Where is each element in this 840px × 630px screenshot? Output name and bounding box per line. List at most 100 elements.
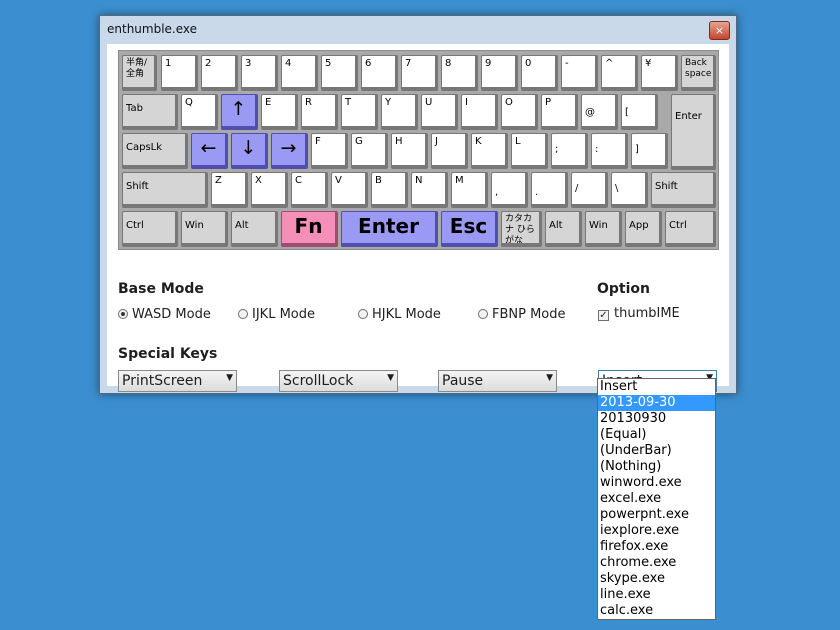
key-right-ctrl[interactable]: Ctrl	[665, 211, 716, 247]
key-caret[interactable]: ^	[601, 55, 638, 91]
key-s-down-arrow[interactable]: ↓	[231, 133, 268, 169]
key-backslash[interactable]: \	[611, 172, 648, 208]
combo-pause[interactable]: Pause ▼	[438, 370, 557, 392]
key-4[interactable]: 4	[281, 55, 318, 91]
app-window: enthumble.exe × 半角/全角 1 2 3 4 5 6 7 8 9 …	[99, 15, 737, 394]
key-8[interactable]: 8	[441, 55, 478, 91]
key-semicolon[interactable]: ;	[551, 133, 588, 169]
key-n[interactable]: N	[411, 172, 448, 208]
dropdown-item[interactable]: 20130930	[598, 411, 715, 427]
insert-dropdown-list[interactable]: Insert 2013-09-30 20130930 (Equal) (Unde…	[597, 378, 716, 620]
key-t[interactable]: T	[341, 94, 378, 130]
key-close-bracket[interactable]: ]	[631, 133, 668, 169]
key-i[interactable]: I	[461, 94, 498, 130]
key-7[interactable]: 7	[401, 55, 438, 91]
key-e[interactable]: E	[261, 94, 298, 130]
key-minus[interactable]: -	[561, 55, 598, 91]
key-h[interactable]: H	[391, 133, 428, 169]
dropdown-item[interactable]: winword.exe	[598, 475, 715, 491]
key-1[interactable]: 1	[161, 55, 198, 91]
key-yen[interactable]: ¥	[641, 55, 678, 91]
key-backspace[interactable]: Back space	[681, 55, 716, 91]
thumbime-checkbox[interactable]: ✓ thumbIME	[598, 306, 680, 321]
key-q[interactable]: Q	[181, 94, 218, 130]
radio-ijkl-mode[interactable]: IJKL Mode	[238, 307, 315, 322]
radio-wasd-mode[interactable]: WASD Mode	[118, 307, 211, 322]
key-o[interactable]: O	[501, 94, 538, 130]
key-b[interactable]: B	[371, 172, 408, 208]
radio-dot[interactable]	[238, 309, 248, 319]
key-d-right-arrow[interactable]: →	[271, 133, 308, 169]
dropdown-item[interactable]: (UnderBar)	[598, 443, 715, 459]
key-0[interactable]: 0	[521, 55, 558, 91]
key-left-win[interactable]: Win	[181, 211, 228, 247]
key-a-left-arrow[interactable]: ←	[191, 133, 228, 169]
close-button[interactable]: ×	[709, 21, 730, 40]
title-bar[interactable]: enthumble.exe ×	[100, 16, 736, 44]
key-tab[interactable]: Tab	[122, 94, 178, 130]
key-g[interactable]: G	[351, 133, 388, 169]
dropdown-item[interactable]: skype.exe	[598, 571, 715, 587]
key-colon[interactable]: :	[591, 133, 628, 169]
key-left-ctrl[interactable]: Ctrl	[122, 211, 178, 247]
key-c[interactable]: C	[291, 172, 328, 208]
key-slash[interactable]: /	[571, 172, 608, 208]
key-5[interactable]: 5	[321, 55, 358, 91]
key-w-up-arrow[interactable]: ↑	[221, 94, 258, 130]
key-at[interactable]: @	[581, 94, 618, 130]
key-p[interactable]: P	[541, 94, 578, 130]
dropdown-item[interactable]: Insert	[598, 379, 715, 395]
radio-hjkl-mode[interactable]: HJKL Mode	[358, 307, 441, 322]
key-period[interactable]: .	[531, 172, 568, 208]
key-2[interactable]: 2	[201, 55, 238, 91]
dropdown-item[interactable]: excel.exe	[598, 491, 715, 507]
key-right-alt[interactable]: Alt	[545, 211, 582, 247]
dropdown-item[interactable]: (Equal)	[598, 427, 715, 443]
key-enter[interactable]: Enter	[671, 94, 716, 170]
dropdown-item[interactable]: iexplore.exe	[598, 523, 715, 539]
key-y[interactable]: Y	[381, 94, 418, 130]
dropdown-arrow-icon: ▼	[546, 373, 553, 383]
combo-scrolllock[interactable]: ScrollLock ▼	[279, 370, 398, 392]
key-u[interactable]: U	[421, 94, 458, 130]
dropdown-item-highlighted[interactable]: 2013-09-30	[598, 395, 715, 411]
key-z[interactable]: Z	[211, 172, 248, 208]
key-kana[interactable]: カタカナ ひらがな	[501, 211, 542, 247]
combo-printscreen[interactable]: PrintScreen ▼	[118, 370, 237, 392]
key-m[interactable]: M	[451, 172, 488, 208]
dropdown-item[interactable]: (Nothing)	[598, 459, 715, 475]
checkmark-icon[interactable]: ✓	[598, 310, 609, 321]
dropdown-item[interactable]: calc.exe	[598, 603, 715, 619]
key-esc[interactable]: Esc	[441, 211, 498, 247]
key-capslock[interactable]: CapsLk	[122, 133, 188, 169]
key-comma[interactable]: ,	[491, 172, 528, 208]
key-3[interactable]: 3	[241, 55, 278, 91]
key-app[interactable]: App	[625, 211, 662, 247]
dropdown-arrow-icon: ▼	[226, 373, 233, 383]
dropdown-item[interactable]: line.exe	[598, 587, 715, 603]
key-left-shift[interactable]: Shift	[122, 172, 208, 208]
key-r[interactable]: R	[301, 94, 338, 130]
key-left-alt[interactable]: Alt	[231, 211, 278, 247]
key-right-shift[interactable]: Shift	[651, 172, 716, 208]
key-x[interactable]: X	[251, 172, 288, 208]
key-fn[interactable]: Fn	[281, 211, 338, 247]
key-space-enter[interactable]: Enter	[341, 211, 438, 247]
dropdown-item[interactable]: firefox.exe	[598, 539, 715, 555]
key-l[interactable]: L	[511, 133, 548, 169]
radio-fbnp-mode[interactable]: FBNP Mode	[478, 307, 566, 322]
key-hankaku[interactable]: 半角/全角	[122, 55, 157, 91]
key-right-win[interactable]: Win	[585, 211, 622, 247]
key-6[interactable]: 6	[361, 55, 398, 91]
key-k[interactable]: K	[471, 133, 508, 169]
key-j[interactable]: J	[431, 133, 468, 169]
radio-dot[interactable]	[358, 309, 368, 319]
radio-dot[interactable]	[118, 309, 128, 319]
key-9[interactable]: 9	[481, 55, 518, 91]
key-f[interactable]: F	[311, 133, 348, 169]
dropdown-item[interactable]: powerpnt.exe	[598, 507, 715, 523]
radio-dot[interactable]	[478, 309, 488, 319]
dropdown-item[interactable]: chrome.exe	[598, 555, 715, 571]
key-v[interactable]: V	[331, 172, 368, 208]
key-open-bracket[interactable]: [	[621, 94, 658, 130]
